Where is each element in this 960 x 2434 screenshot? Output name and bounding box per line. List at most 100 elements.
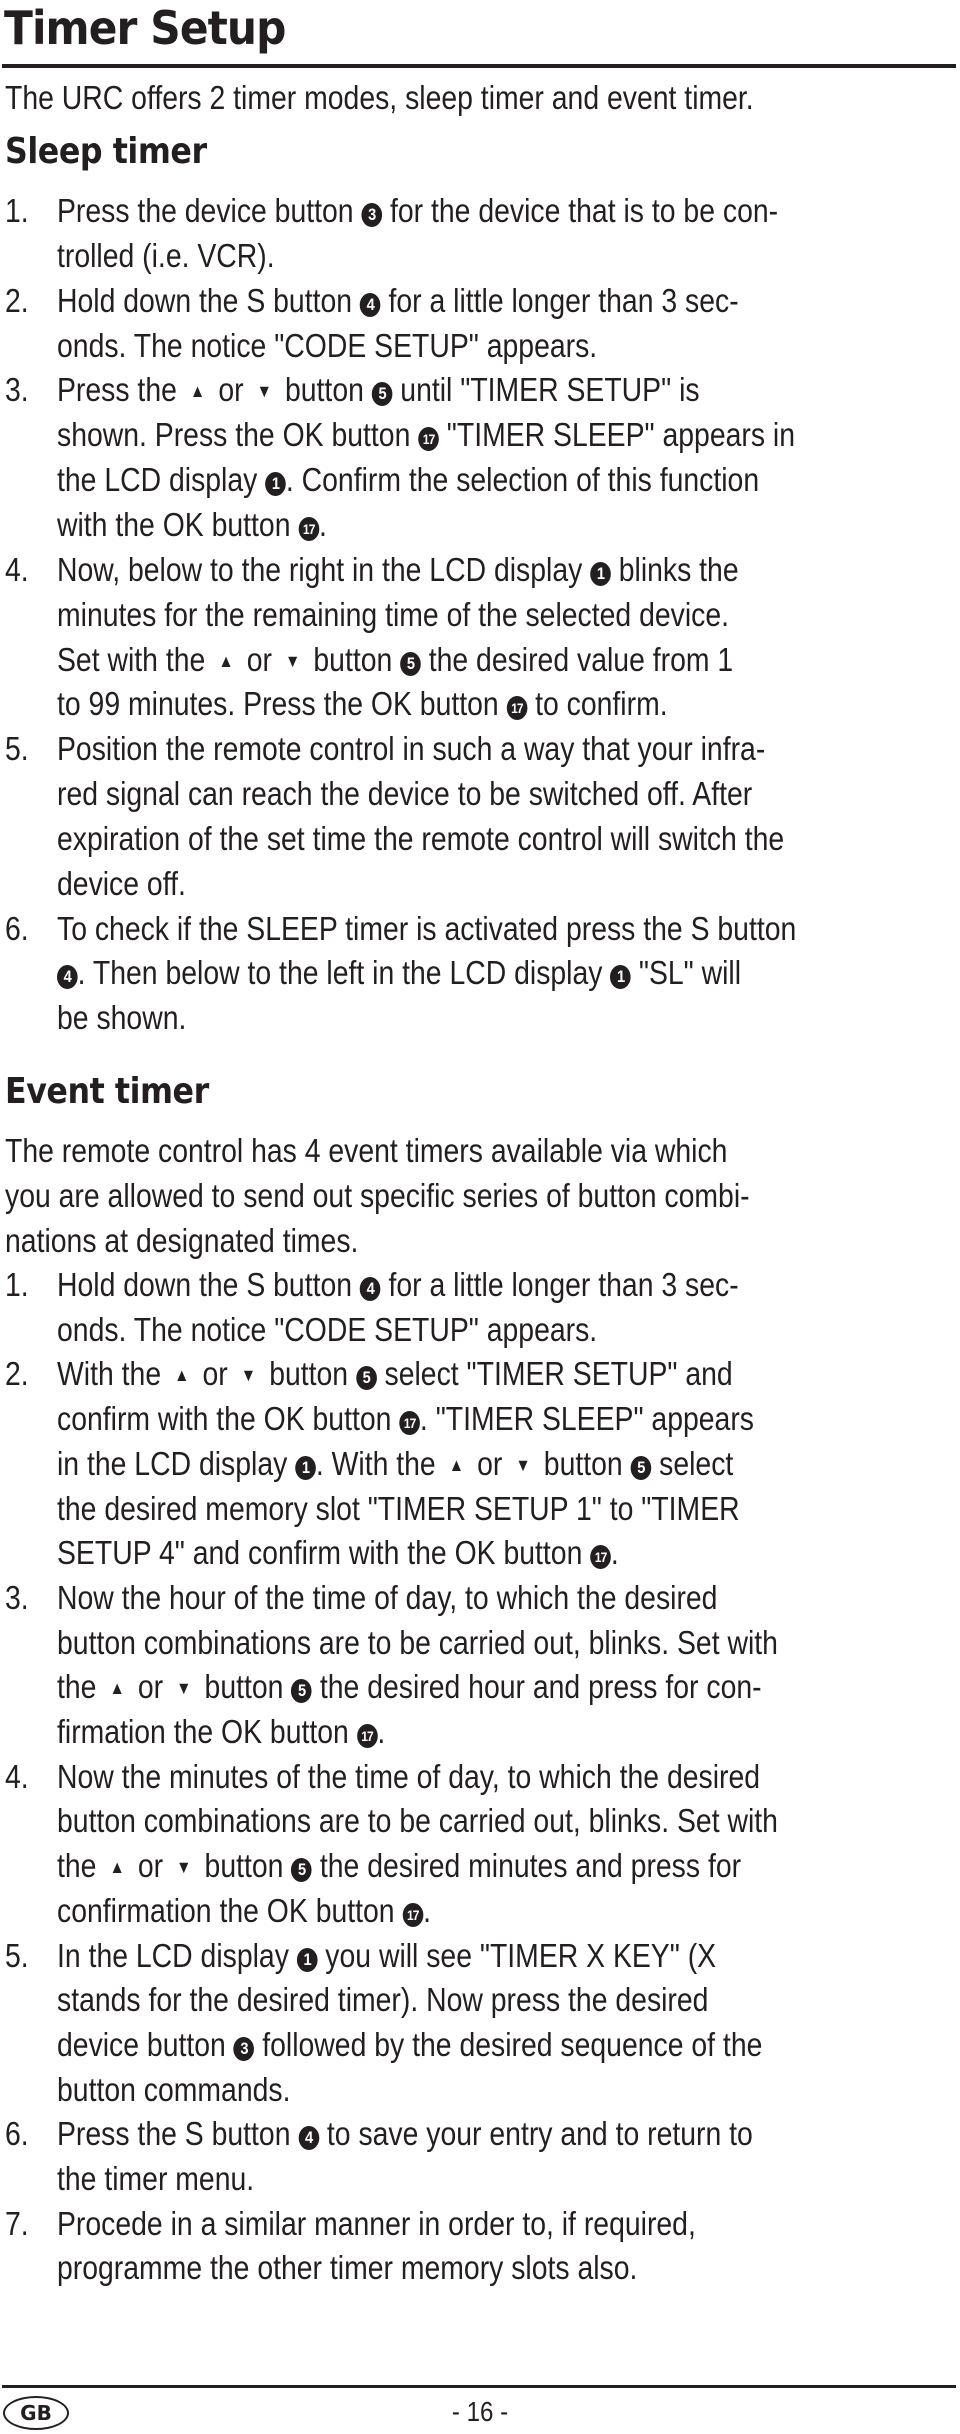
step-text-line: confirmation the OK button 17. — [57, 1891, 432, 1929]
step-text-line: to 99 minutes. Press the OK button 17 to… — [57, 685, 668, 723]
reference-number-5-icon: 5 — [291, 1679, 312, 1704]
step-text-line: onds. The notice "CODE SETUP" appears. — [57, 326, 598, 364]
reference-number-5-icon: 5 — [371, 382, 393, 407]
step-text-line: device off. — [57, 864, 186, 902]
event-intro-line: nations at designated times. — [5, 1222, 359, 1259]
step-text-line: Hold down the S button 4 for a little lo… — [57, 281, 739, 319]
down-arrow-icon: ▼ — [515, 1454, 531, 1475]
step-text-line: To check if the SLEEP timer is activated… — [57, 909, 797, 947]
step-text-line: button combinations are to be carried ou… — [57, 1623, 778, 1661]
reference-number-17-icon: 17 — [399, 1411, 420, 1436]
step-text-line: Position the remote control in such a wa… — [57, 730, 766, 768]
step-text-line: trolled (i.e. VCR). — [57, 236, 275, 274]
step-number: 6. — [5, 909, 29, 947]
intro-text: The URC offers 2 timer modes, sleep time… — [5, 79, 754, 116]
reference-number-5-icon: 5 — [291, 1858, 312, 1883]
reference-number-1-icon: 1 — [590, 561, 611, 586]
down-arrow-icon: ▼ — [285, 650, 301, 671]
reference-number-1-icon: 1 — [296, 1947, 318, 1972]
step-text-line: device button 3 followed by the desired … — [57, 2025, 763, 2063]
step-text-line: Now the hour of the time of day, to whic… — [57, 1578, 718, 1616]
up-arrow-icon: ▲ — [448, 1454, 465, 1475]
step-text-line: the ▲ or ▼ button 5 the desired hour and… — [57, 1664, 762, 1709]
step-number: 1. — [5, 1266, 29, 1303]
up-arrow-icon: ▲ — [109, 1678, 125, 1699]
step-text-line: programme the other timer memory slots a… — [57, 2249, 638, 2287]
reference-number-17-icon: 17 — [402, 1902, 424, 1927]
step-text-line: button commands. — [57, 2070, 291, 2108]
step-text-line: the desired memory slot "TIMER SETUP 1" … — [57, 1489, 740, 1527]
step-text-line: stands for the desired timer). Now press… — [57, 1981, 709, 2019]
step-text-line: in the LCD display 1. With the ▲ or ▼ bu… — [57, 1441, 733, 1486]
step-text-line: Set with the ▲ or ▼ button 5 the desired… — [57, 637, 733, 682]
reference-number-3-icon: 3 — [233, 2036, 255, 2061]
step-number: 3. — [5, 1578, 29, 1616]
reference-number-17-icon: 17 — [356, 1724, 378, 1748]
reference-number-5-icon: 5 — [630, 1455, 652, 1480]
step-text-line: Hold down the S button 4 for a little lo… — [57, 1266, 739, 1303]
step-text-line: Procede in a similar manner in order to,… — [57, 2204, 696, 2242]
step-text-line: shown. Press the OK button 17 "TIMER SLE… — [57, 416, 796, 454]
step-text-line: be shown. — [57, 999, 187, 1037]
reference-number-17-icon: 17 — [418, 427, 439, 452]
reference-number-5-icon: 5 — [355, 1366, 377, 1391]
step-text-line: SETUP 4" and confirm with the OK button … — [57, 1534, 619, 1572]
reference-number-17-icon: 17 — [506, 696, 528, 721]
reference-number-1-icon: 1 — [610, 965, 631, 990]
country-badge: GB — [3, 2396, 69, 2430]
up-arrow-icon: ▲ — [109, 1857, 125, 1878]
step-text-line: the timer menu. — [57, 2160, 255, 2197]
down-arrow-icon: ▼ — [240, 1365, 257, 1386]
reference-number-3-icon: 3 — [361, 203, 383, 227]
step-number: 2. — [5, 281, 29, 319]
reference-number-5-icon: 5 — [400, 651, 421, 676]
step-text-line: Press the ▲ or ▼ button 5 until "TIMER S… — [57, 367, 700, 412]
step-text-line: With the ▲ or ▼ button 5 select "TIMER S… — [57, 1351, 733, 1396]
step-number: 3. — [5, 371, 29, 409]
step-number: 4. — [5, 1757, 29, 1795]
page-number: - 16 - — [451, 2396, 509, 2427]
section-heading-sleep-timer: Sleep timer — [5, 131, 207, 172]
reference-number-1-icon: 1 — [265, 472, 286, 497]
step-number: 1. — [5, 192, 29, 229]
step-text-line: onds. The notice "CODE SETUP" appears. — [57, 1310, 598, 1348]
reference-number-17-icon: 17 — [590, 1545, 611, 1570]
event-intro-line: The remote control has 4 event timers av… — [5, 1132, 728, 1169]
step-text-line: red signal can reach the device to be sw… — [57, 775, 753, 813]
step-number: 5. — [5, 730, 29, 768]
up-arrow-icon: ▲ — [174, 1365, 190, 1386]
reference-number-4-icon: 4 — [298, 2126, 320, 2151]
step-text-line: minutes for the remaining time of the se… — [57, 595, 730, 633]
step-text-line: with the OK button 17. — [57, 505, 327, 543]
step-number: 4. — [5, 550, 29, 588]
step-text-line: Now, below to the right in the LCD displ… — [57, 550, 739, 588]
manual-page: Timer Setup The URC offers 2 timer modes… — [0, 0, 960, 2434]
down-arrow-icon: ▼ — [176, 1678, 192, 1699]
reference-number-4-icon: 4 — [359, 1277, 381, 1301]
step-text-line: Press the device button 3 for the device… — [57, 192, 779, 229]
title-divider — [2, 64, 956, 68]
step-text-line: Press the S button 4 to save your entry … — [57, 2115, 753, 2153]
step-text-line: 4. Then below to the left in the LCD dis… — [57, 950, 741, 995]
step-number: 5. — [5, 1936, 29, 1974]
step-text-line: firmation the OK button 17. — [57, 1713, 386, 1750]
reference-number-4-icon: 4 — [57, 965, 78, 990]
page-title: Timer Setup — [4, 1, 286, 55]
step-text-line: the LCD display 1. Confirm the selection… — [57, 461, 760, 499]
step-text-line: In the LCD display 1 you will see "TIMER… — [57, 1936, 717, 1974]
down-arrow-icon: ▼ — [256, 381, 272, 402]
down-arrow-icon: ▼ — [176, 1857, 192, 1878]
step-number: 2. — [5, 1355, 29, 1393]
step-text-line: Now the minutes of the time of day, to w… — [57, 1757, 761, 1795]
reference-number-4-icon: 4 — [359, 292, 381, 317]
reference-number-17-icon: 17 — [298, 516, 320, 541]
reference-number-1-icon: 1 — [295, 1455, 316, 1480]
step-text-line: expiration of the set time the remote co… — [57, 819, 785, 857]
step-text-line: confirm with the OK button 17. "TIMER SL… — [57, 1400, 754, 1438]
up-arrow-icon: ▲ — [218, 650, 234, 671]
step-text-line: the ▲ or ▼ button 5 the desired minutes … — [57, 1843, 741, 1888]
step-text-line: button combinations are to be carried ou… — [57, 1802, 778, 1840]
step-number: 7. — [5, 2204, 29, 2242]
up-arrow-icon: ▲ — [189, 381, 206, 402]
section-heading-event-timer: Event timer — [5, 1071, 209, 1112]
